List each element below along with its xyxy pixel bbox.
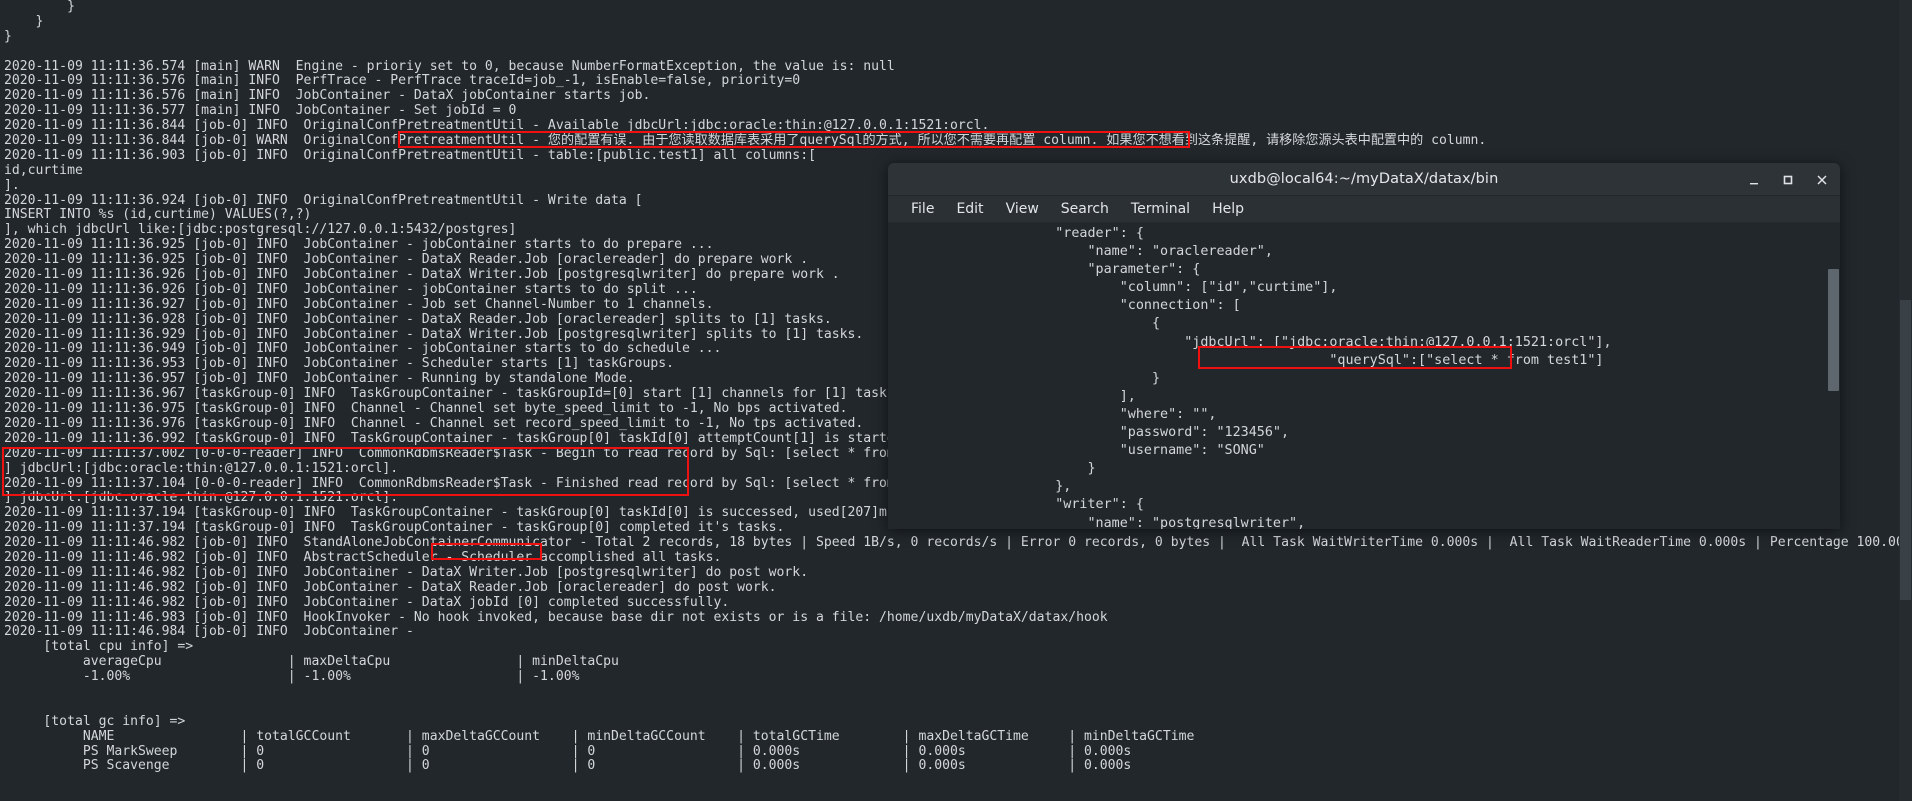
menu-help[interactable]: Help <box>1201 198 1255 220</box>
menu-search[interactable]: Search <box>1050 198 1120 220</box>
log-line: 2020-11-09 11:11:36.844 [job-0] INFO Ori… <box>4 118 990 134</box>
log-line: 2020-11-09 11:11:36.574 [main] WARN Engi… <box>4 58 895 74</box>
config-line: { <box>894 316 1161 332</box>
log-line: NAME | totalGCCount | maxDeltaGCCount | … <box>4 728 1195 744</box>
config-line: "writer": { <box>894 497 1144 513</box>
log-line: -1.00% | -1.00% | -1.00% <box>4 669 580 685</box>
config-line: "password": "123456", <box>894 425 1290 441</box>
log-line: 2020-11-09 11:11:36.576 [main] INFO JobC… <box>4 88 651 104</box>
config-line: "jdbcUrl": ["jdbc:oracle:thin:@127.0.0.1… <box>894 334 1612 350</box>
log-line: } <box>4 13 44 29</box>
close-icon[interactable] <box>1814 172 1830 188</box>
terminal-menubar: File Edit View Search Terminal Help <box>888 196 1840 223</box>
terminal-window-body[interactable]: "reader": { "name": "oraclereader", "par… <box>888 223 1840 529</box>
config-line: "username": "SONG" <box>894 443 1265 459</box>
background-scrollbar-thumb[interactable] <box>1900 300 1911 600</box>
log-line: } <box>4 28 12 44</box>
terminal-titlebar[interactable]: uxdb@local64:~/myDataX/datax/bin <box>888 163 1840 196</box>
log-line: 2020-11-09 11:11:36.576 [main] INFO Perf… <box>4 73 801 89</box>
terminal-window-scrollbar-thumb[interactable] <box>1828 269 1839 391</box>
terminal-window-scrollbar[interactable] <box>1827 223 1840 529</box>
log-line: [total gc info] => <box>4 713 186 729</box>
log-line: 2020-11-09 11:11:46.983 [job-0] INFO Hoo… <box>4 609 1108 625</box>
minimize-icon[interactable] <box>1746 172 1762 188</box>
config-line: "parameter": { <box>894 262 1201 278</box>
terminal-window-content[interactable]: "reader": { "name": "oraclereader", "par… <box>888 223 1612 530</box>
config-line: } <box>894 370 1161 386</box>
log-line: 2020-11-09 11:11:36.903 [job-0] INFO Ori… <box>4 147 816 163</box>
config-line: "name": "oraclereader", <box>894 244 1273 260</box>
config-line: "connection": [ <box>894 298 1241 314</box>
log-line: 2020-11-09 11:11:36.844 [job-0] WARN Ori… <box>4 133 1487 149</box>
screen: } }} 2020-11-09 11:11:36.574 [main] WARN … <box>0 0 1912 801</box>
log-line: 2020-11-09 11:11:46.982 [job-0] INFO Sta… <box>4 535 1912 551</box>
log-line: PS Scavenge | 0 | 0 | 0 | 0.000s | 0.000… <box>4 758 1132 774</box>
menu-file[interactable]: File <box>900 198 945 220</box>
log-line: PS MarkSweep | 0 | 0 | 0 | 0.000s | 0.00… <box>4 743 1132 759</box>
window-controls <box>1746 163 1830 196</box>
config-line: "querySql":["select * from test1"] <box>894 352 1604 368</box>
log-line: 2020-11-09 11:11:46.982 [job-0] INFO Job… <box>4 594 730 610</box>
log-line: 2020-11-09 11:11:46.984 [job-0] INFO Job… <box>4 624 422 640</box>
terminal-window[interactable]: uxdb@local64:~/myDataX/datax/bin File Edi… <box>888 163 1840 529</box>
config-line: "name": "postgresqlwriter", <box>894 515 1306 530</box>
menu-terminal[interactable]: Terminal <box>1120 198 1201 220</box>
terminal-title: uxdb@local64:~/myDataX/datax/bin <box>1229 171 1499 187</box>
config-line: } <box>894 461 1096 477</box>
log-line: averageCpu | maxDeltaCpu | minDeltaCpu <box>4 654 619 670</box>
log-line: } <box>4 0 75 14</box>
menu-edit[interactable]: Edit <box>945 198 994 220</box>
config-line: ], <box>894 388 1136 404</box>
log-line: 2020-11-09 11:11:36.577 [main] INFO JobC… <box>4 103 517 119</box>
log-line: [total cpu info] => <box>4 639 194 655</box>
log-line: 2020-11-09 11:11:46.982 [job-0] INFO Job… <box>4 564 809 580</box>
config-line: "column": ["id","curtime"], <box>894 280 1338 296</box>
config-line: "where": "", <box>894 406 1217 422</box>
menu-view[interactable]: View <box>995 198 1050 220</box>
background-scrollbar[interactable] <box>1899 0 1912 801</box>
config-line: "reader": { <box>894 226 1144 241</box>
log-line: 2020-11-09 11:11:46.982 [job-0] INFO Job… <box>4 579 777 595</box>
maximize-icon[interactable] <box>1780 172 1796 188</box>
config-line: }, <box>894 479 1072 495</box>
log-line: 2020-11-09 11:11:46.982 [job-0] INFO Abs… <box>4 549 722 565</box>
